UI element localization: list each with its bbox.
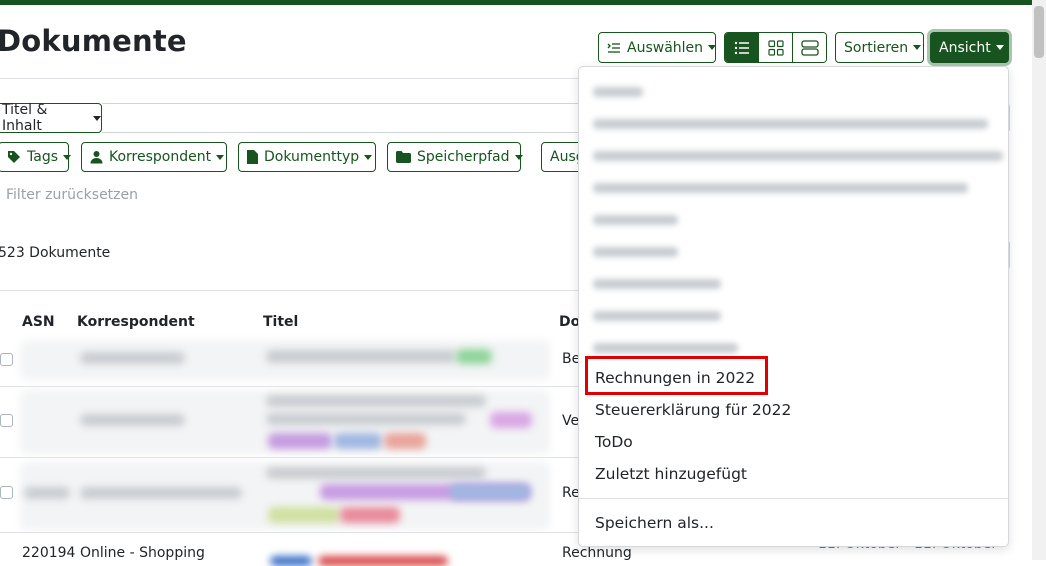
list-view-button[interactable] bbox=[725, 33, 759, 62]
menu-divider bbox=[579, 498, 1008, 499]
view-button[interactable]: Ansicht bbox=[930, 32, 1009, 63]
person-icon bbox=[90, 150, 103, 164]
blurred-tag bbox=[340, 507, 400, 523]
blurred-tag bbox=[450, 484, 530, 500]
chevron-down-icon bbox=[514, 154, 523, 160]
view-mode-group bbox=[724, 32, 827, 63]
column-header-correspondent[interactable]: Korrespondent bbox=[77, 314, 195, 330]
row-checkbox[interactable] bbox=[0, 486, 13, 499]
blurred-tag bbox=[490, 412, 532, 428]
grid-icon bbox=[767, 39, 784, 56]
column-header-title[interactable]: Titel bbox=[263, 314, 298, 330]
row-checkbox[interactable] bbox=[0, 353, 13, 366]
row-checkbox[interactable] bbox=[0, 414, 13, 427]
correspondent-cell: Online - Shopping bbox=[80, 545, 205, 561]
doctype-filter-button[interactable]: Dokumenttyp bbox=[238, 142, 376, 172]
folder-icon bbox=[396, 151, 411, 163]
scrollbar-thumb[interactable] bbox=[1034, 6, 1044, 58]
chevron-down-icon bbox=[63, 154, 71, 160]
view-dropdown-menu: Rechnungen in 2022 Steuererklärung für 2… bbox=[578, 66, 1009, 547]
blurred-menu-items bbox=[579, 67, 1008, 353]
correspondent-filter-label: Korrespondent bbox=[109, 149, 212, 165]
menu-item-saved-view[interactable]: ToDo bbox=[595, 433, 633, 451]
blurred-title bbox=[266, 350, 456, 363]
page-title: Dokumente bbox=[0, 24, 187, 58]
menu-item-saved-view[interactable]: Rechnungen in 2022 bbox=[595, 369, 755, 387]
blurred-tag bbox=[318, 556, 448, 566]
blurred-correspondent bbox=[80, 414, 185, 426]
tags-filter-button[interactable]: Tags bbox=[0, 142, 71, 172]
top-accent-bar bbox=[0, 0, 1032, 5]
sort-button[interactable]: Sortieren bbox=[835, 32, 924, 63]
select-button-label: Auswählen bbox=[627, 39, 704, 56]
blurred-asn bbox=[24, 487, 70, 499]
storagepath-filter-button[interactable]: Speicherpfad bbox=[387, 142, 523, 172]
doctype-filter-label: Dokumenttyp bbox=[264, 149, 360, 165]
blurred-correspondent bbox=[80, 352, 185, 364]
cards-icon bbox=[800, 39, 819, 56]
chevron-down-icon bbox=[708, 45, 717, 50]
chevron-down-icon bbox=[216, 154, 225, 160]
search-input[interactable] bbox=[102, 103, 582, 133]
select-button[interactable]: Auswählen bbox=[598, 32, 717, 63]
file-icon bbox=[247, 150, 258, 164]
page-scrollbar[interactable] bbox=[1032, 0, 1046, 560]
blurred-title bbox=[266, 467, 486, 479]
blurred-tag bbox=[334, 433, 382, 449]
asn-cell: 220194 bbox=[22, 545, 76, 561]
row-divider bbox=[0, 532, 580, 533]
save-as-menu-item[interactable]: Speichern als... bbox=[595, 514, 714, 532]
doctype-cell: Rechnung bbox=[562, 545, 632, 561]
blurred-title bbox=[266, 395, 486, 407]
tag-icon bbox=[7, 150, 21, 164]
row-divider bbox=[0, 386, 580, 387]
column-header-asn[interactable]: ASN bbox=[22, 314, 55, 330]
blurred-tag bbox=[268, 433, 332, 449]
cards-view-button[interactable] bbox=[793, 33, 826, 62]
chevron-down-icon bbox=[995, 45, 1004, 50]
blurred-tag bbox=[268, 507, 340, 523]
chevron-down-icon bbox=[913, 45, 922, 50]
tags-filter-label: Tags bbox=[27, 149, 58, 165]
list-icon bbox=[734, 41, 749, 54]
chevron-down-icon bbox=[93, 115, 101, 121]
row-divider bbox=[0, 457, 580, 458]
blurred-tag bbox=[456, 349, 492, 364]
storagepath-filter-label: Speicherpfad bbox=[417, 149, 510, 165]
search-scope-label: Titel & Inhalt bbox=[2, 102, 48, 134]
menu-item-saved-view[interactable]: Steuererklärung für 2022 bbox=[595, 401, 791, 419]
grid-view-button[interactable] bbox=[759, 33, 793, 62]
sort-button-label: Sortieren bbox=[844, 39, 909, 56]
chevron-down-icon bbox=[364, 154, 373, 160]
blurred-tag bbox=[270, 556, 312, 566]
blurred-tag bbox=[384, 433, 426, 449]
blurred-correspondent bbox=[80, 487, 242, 499]
select-icon bbox=[607, 42, 621, 54]
search-scope-dropdown[interactable]: Titel & Inhalt bbox=[0, 102, 102, 134]
correspondent-filter-button[interactable]: Korrespondent bbox=[81, 142, 227, 172]
view-button-label: Ansicht bbox=[939, 39, 991, 56]
menu-item-saved-view[interactable]: Zuletzt hinzugefügt bbox=[595, 465, 747, 483]
blurred-title bbox=[266, 413, 466, 425]
reset-filters-link[interactable]: Filter zurücksetzen bbox=[6, 187, 138, 203]
document-count: 523 Dokumente bbox=[0, 245, 111, 261]
